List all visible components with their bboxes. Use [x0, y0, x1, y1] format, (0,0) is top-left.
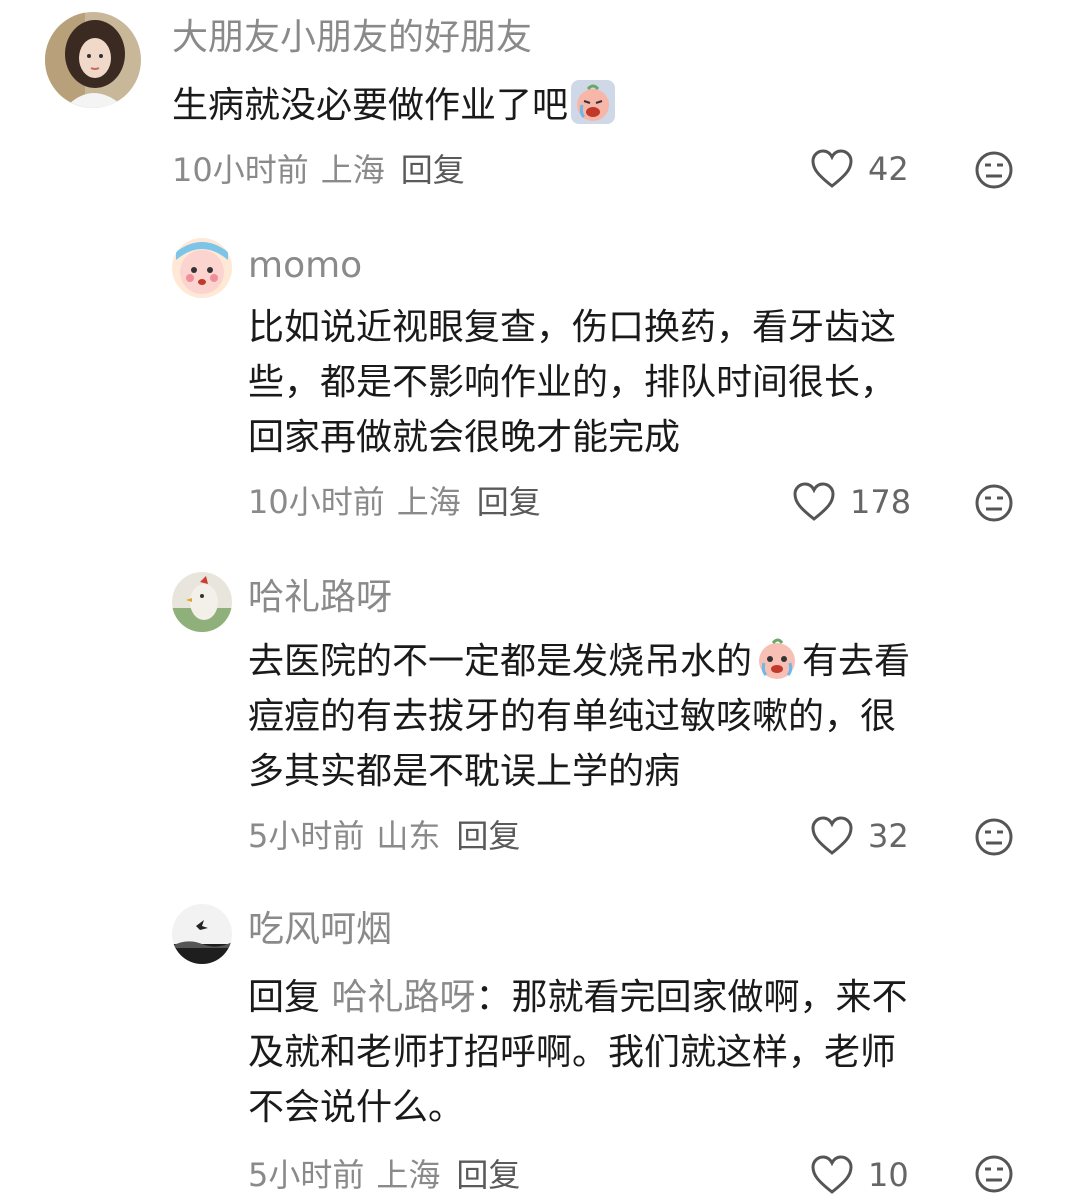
like-count: 42: [868, 150, 909, 188]
heart-icon: [811, 816, 853, 855]
comment-text: 生病就没必要做作业了吧: [172, 78, 618, 133]
avatar[interactable]: [172, 904, 232, 964]
avatar[interactable]: [172, 572, 232, 632]
like-button[interactable]: 42: [810, 147, 909, 191]
comment-meta: 5小时前 上海 回复: [248, 1155, 532, 1195]
reply-prefix: 回复: [248, 977, 321, 1018]
avatar[interactable]: [45, 12, 141, 108]
comment-username[interactable]: 大朋友小朋友的好朋友: [172, 16, 532, 60]
comment-time: 10小时前: [248, 483, 385, 521]
reply-target-username[interactable]: 哈礼路呀: [331, 977, 475, 1018]
like-button[interactable]: 10: [810, 1153, 909, 1197]
comment-meta: 5小时前 山东 回复: [248, 816, 532, 856]
like-count: 32: [868, 817, 909, 855]
like-button[interactable]: 32: [810, 814, 909, 858]
heart-icon: [811, 149, 853, 188]
comment-item: 大朋友小朋友的好朋友 生病就没必要做作业了吧 10小时前 上海 回复 42: [0, 0, 1080, 200]
avatar[interactable]: [172, 238, 232, 298]
comment-time: 10小时前: [172, 151, 309, 189]
like-count: 178: [850, 483, 912, 521]
reply-item: 哈礼路呀 去医院的不一定都是发烧吊水的 有去看 痘痘的有去拔牙的有单纯过敏咳嗽的，…: [0, 562, 1080, 882]
comment-username[interactable]: 吃风呵烟: [248, 908, 392, 952]
reply-button[interactable]: 回复: [477, 483, 541, 521]
comment-username[interactable]: momo: [248, 244, 362, 288]
like-count: 10: [868, 1156, 909, 1194]
comment-time: 5小时前: [248, 1156, 365, 1194]
reply-item: 吃风呵烟 回复 哈礼路呀：那就看完回家做啊，来不 及就和老师打招呼啊。我们就这样…: [0, 896, 1080, 1198]
dislike-face-icon[interactable]: [974, 150, 1014, 190]
dislike-face-icon[interactable]: [974, 483, 1014, 523]
comment-text: 去医院的不一定都是发烧吊水的 有去看 痘痘的有去拔牙的有单纯过敏咳嗽的，很 多其实…: [248, 634, 910, 799]
dislike-face-icon[interactable]: [974, 817, 1014, 857]
comment-location: 上海: [396, 483, 461, 521]
comment-location: 上海: [376, 1156, 441, 1194]
comment-username[interactable]: 哈礼路呀: [248, 576, 392, 620]
reply-item: momo 比如说近视眼复查，伤口换药，看牙齿这 些，都是不影响作业的，排队时间很…: [0, 230, 1080, 550]
comment-meta: 10小时前 上海 回复: [172, 150, 477, 190]
like-button[interactable]: 178: [792, 480, 911, 524]
comment-location: 上海: [320, 151, 385, 189]
heart-icon: [793, 482, 835, 521]
comment-meta: 10小时前 上海 回复: [248, 482, 553, 522]
comment-text: 回复 哈礼路呀：那就看完回家做啊，来不 及就和老师打招呼啊。我们就这样，老师 不…: [248, 977, 908, 1128]
comment-text: 比如说近视眼复查，伤口换药，看牙齿这 些，都是不影响作业的，排队时间很长， 回家…: [248, 307, 897, 458]
crying-peach-emoji: [570, 79, 616, 125]
reply-button[interactable]: 回复: [456, 817, 520, 855]
reply-button[interactable]: 回复: [456, 1156, 520, 1194]
tearful-peach-emoji: [754, 635, 800, 681]
heart-icon: [811, 1155, 853, 1194]
reply-button[interactable]: 回复: [401, 151, 465, 189]
dislike-face-icon[interactable]: [974, 1154, 1014, 1194]
comment-time: 5小时前: [248, 817, 365, 855]
comment-location: 山东: [376, 817, 441, 855]
